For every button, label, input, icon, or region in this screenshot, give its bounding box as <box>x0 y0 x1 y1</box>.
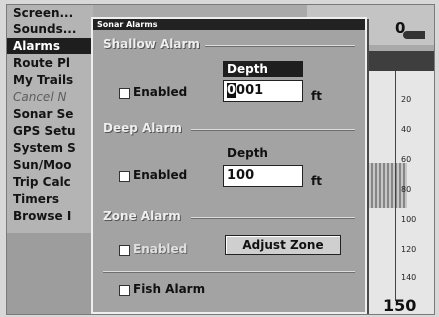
menu-item-sonar-setup[interactable]: Sonar Se <box>7 106 93 122</box>
shallow-depth-value: 001 <box>236 83 264 98</box>
shallow-enabled-checkbox[interactable] <box>119 88 130 99</box>
deep-enabled-label: Enabled <box>133 168 188 182</box>
menu-item-my-trails[interactable]: My Trails <box>7 72 93 88</box>
menu-item-browse[interactable]: Browse I <box>7 208 93 224</box>
shallow-depth-header: Depth <box>223 61 303 77</box>
device-screen: Screen... Sounds... Alarms Route Pl My T… <box>6 4 435 315</box>
zone-enabled-label: Enabled <box>133 242 188 256</box>
zone-alarm-title: Zone Alarm <box>103 209 181 223</box>
menu-item-system-setup[interactable]: System S <box>7 140 93 156</box>
menu-item-screen[interactable]: Screen... <box>7 5 93 21</box>
menu-item-sun-moon[interactable]: Sun/Moo <box>7 157 93 173</box>
scale-tick: 20 <box>401 95 412 104</box>
shallow-depth-unit: ft <box>311 89 322 103</box>
deep-depth-input[interactable]: 100 <box>223 165 303 187</box>
zone-enabled-checkbox[interactable] <box>119 245 130 256</box>
sonar-alarms-dialog: Sonar Alarms Shallow Alarm Enabled Depth… <box>91 17 367 314</box>
menu-item-timers[interactable]: Timers <box>7 191 93 207</box>
scale-tick: 100 <box>401 215 417 224</box>
menu-footer-area <box>7 233 93 314</box>
scale-max-depth: 150 <box>383 296 417 315</box>
fish-symbol-icon <box>403 31 425 39</box>
depth-scale <box>395 71 396 301</box>
scale-tick: 40 <box>401 125 412 134</box>
menu-item-cancel-navigation[interactable]: Cancel N <box>7 89 93 105</box>
shallow-enabled-label: Enabled <box>133 85 188 99</box>
deep-depth-unit: ft <box>311 174 322 188</box>
menu-item-route-planning[interactable]: Route Pl <box>7 55 93 71</box>
edit-cursor: 0 <box>227 83 237 98</box>
fish-alarm-label: Fish Alarm <box>133 282 206 296</box>
deep-alarm-title: Deep Alarm <box>103 121 182 135</box>
deep-enabled-checkbox[interactable] <box>119 171 130 182</box>
menu-item-alarms[interactable]: Alarms <box>7 38 93 54</box>
adjust-zone-button[interactable]: Adjust Zone <box>225 235 341 255</box>
fish-alarm-checkbox[interactable] <box>119 285 130 296</box>
section-divider <box>205 45 355 46</box>
section-divider <box>191 129 355 130</box>
menu-item-gps-setup[interactable]: GPS Setu <box>7 123 93 139</box>
scale-tick: 140 <box>401 273 417 282</box>
section-divider <box>191 217 355 218</box>
scale-tick: 80 <box>401 185 412 194</box>
scale-tick: 120 <box>401 245 417 254</box>
menu-item-trip-calculator[interactable]: Trip Calc <box>7 174 93 190</box>
main-menu: Screen... Sounds... Alarms Route Pl My T… <box>7 5 93 233</box>
menu-item-sounds[interactable]: Sounds... <box>7 21 93 37</box>
dialog-title: Sonar Alarms <box>93 19 365 30</box>
section-divider <box>103 271 355 272</box>
deep-depth-header: Depth <box>227 146 268 160</box>
shallow-depth-input[interactable]: 0001 <box>223 80 303 102</box>
shallow-alarm-title: Shallow Alarm <box>103 37 200 51</box>
scale-tick: 60 <box>401 155 412 164</box>
